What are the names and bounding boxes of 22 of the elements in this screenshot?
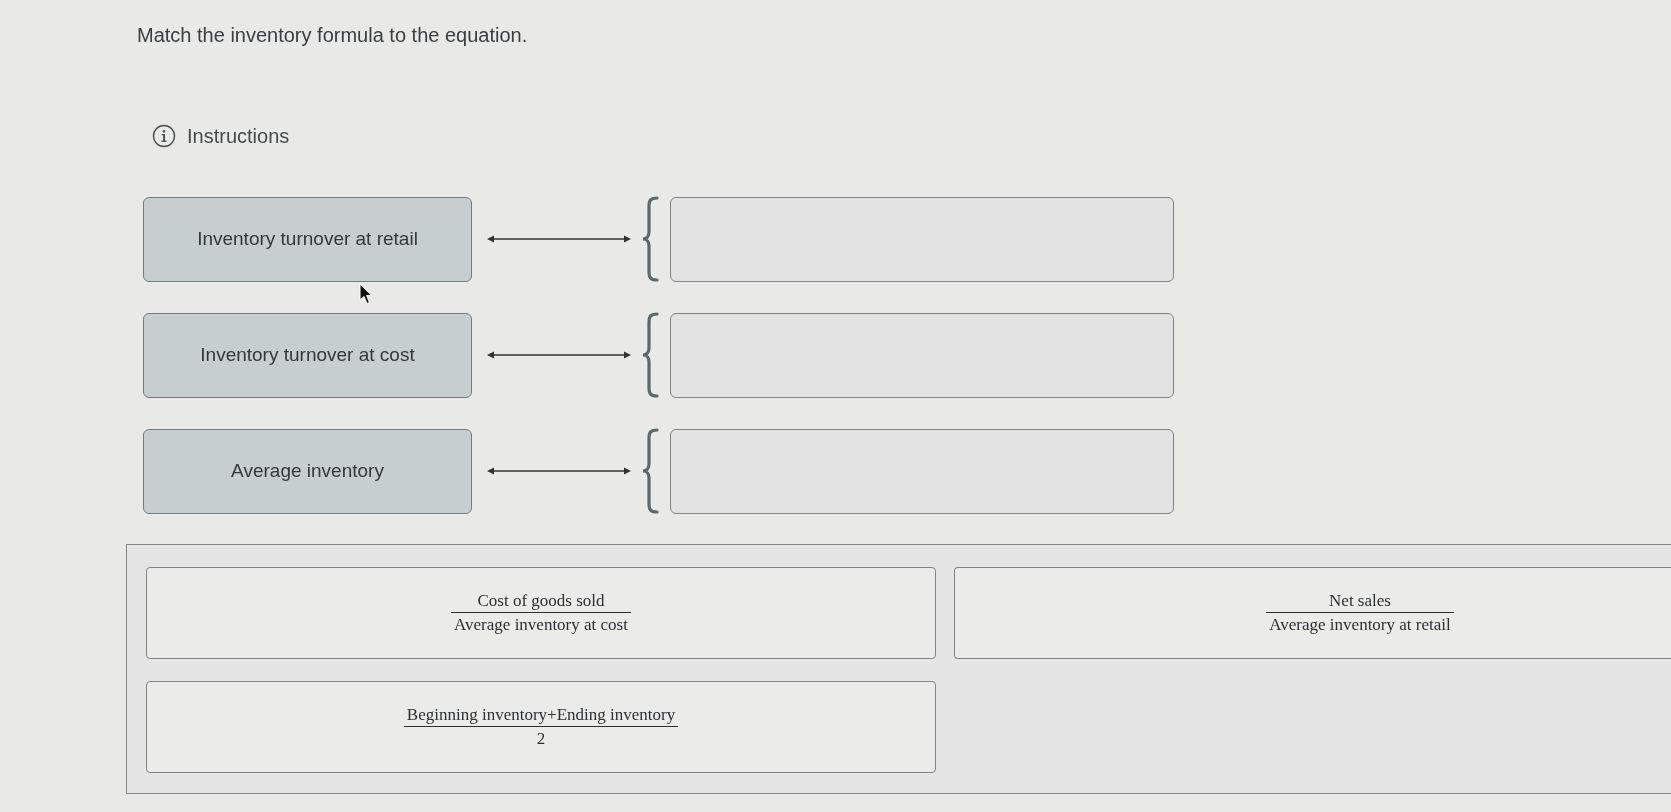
denominator: Average inventory at retail	[1268, 615, 1452, 635]
numerator: Net sales	[1328, 591, 1392, 611]
term-card: Average inventory	[143, 428, 472, 514]
drop-zone[interactable]	[670, 312, 1174, 398]
term-card: Inventory turnover at cost	[143, 312, 472, 398]
drop-zone[interactable]	[670, 428, 1174, 514]
pointer-cursor-icon	[359, 283, 373, 305]
numerator: Cost of goods sold	[476, 591, 606, 611]
formula-card[interactable]: Beginning inventory+Ending inventory 2	[146, 681, 936, 773]
denominator: Average inventory at cost	[453, 615, 629, 635]
term-card: Inventory turnover at retail	[143, 196, 472, 282]
question-text: Match the inventory formula to the equation.	[137, 23, 529, 48]
left-brace-icon	[641, 428, 659, 514]
numerator: Beginning inventory+Ending inventory	[405, 705, 677, 725]
denominator: 2	[535, 729, 547, 749]
formula-card[interactable]: Net sales Average inventory at retail	[954, 567, 1671, 659]
left-brace-icon	[641, 196, 659, 282]
drop-zone[interactable]	[670, 196, 1174, 282]
info-icon	[152, 124, 176, 148]
left-brace-icon	[641, 312, 659, 398]
instructions-button[interactable]: Instructions	[152, 124, 290, 148]
formula-card[interactable]: Cost of goods sold Average inventory at cost	[146, 567, 936, 659]
